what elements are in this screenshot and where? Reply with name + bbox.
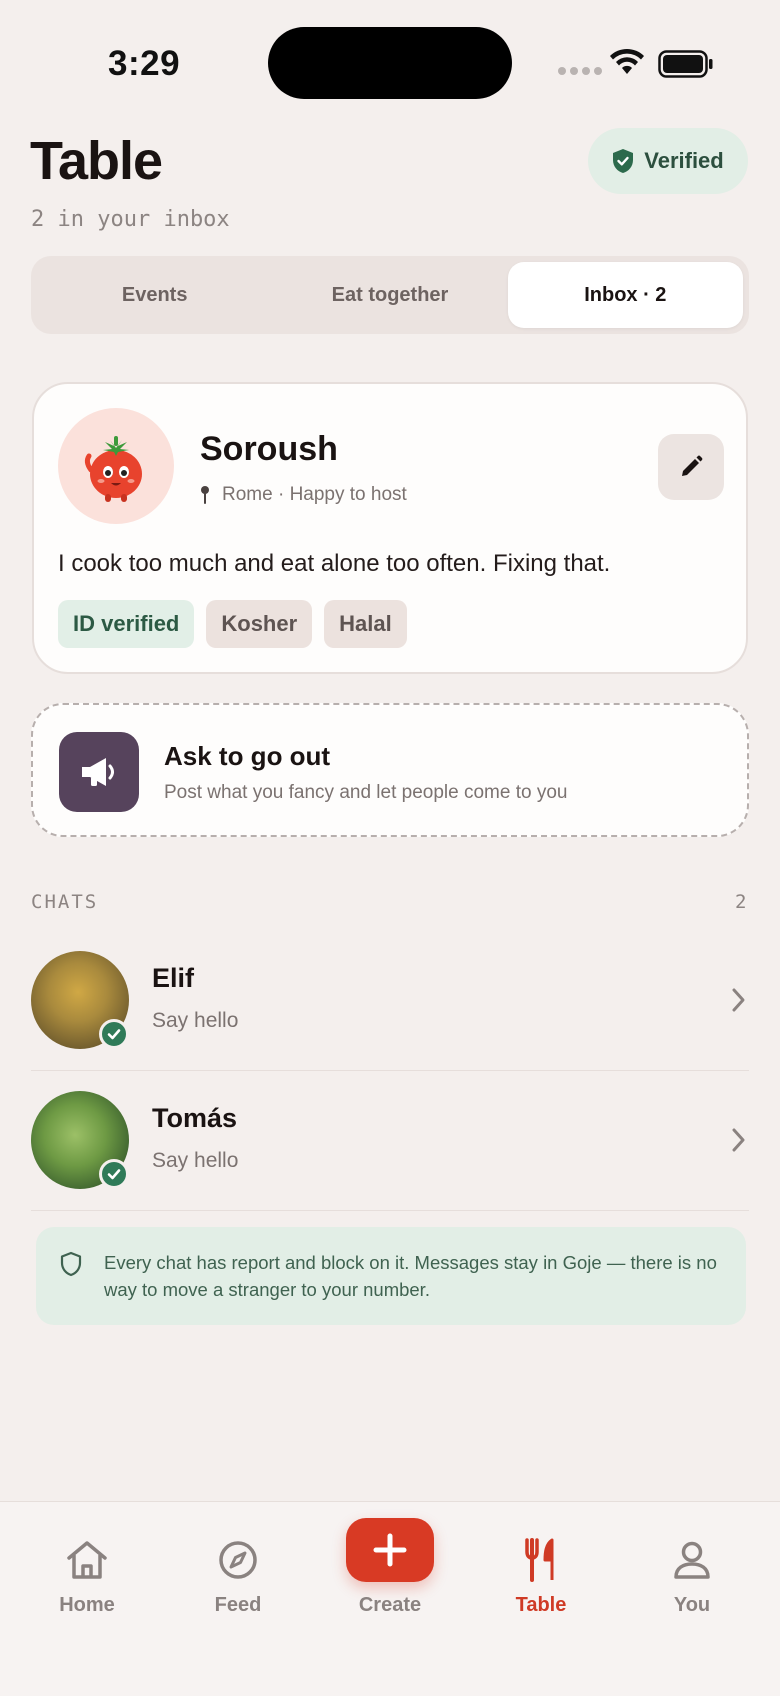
verified-badge[interactable]: Verified [588,128,748,194]
chat-row-elif[interactable]: Elif Say hello [31,931,749,1071]
fork-knife-icon [525,1538,554,1582]
dynamic-island [268,27,512,99]
compass-icon [219,1541,257,1579]
profile-bio: I cook too much and eat alone too often.… [58,550,611,577]
pin-icon [201,486,209,504]
person-icon [674,1541,710,1579]
chat-message: Say hello [152,1149,239,1172]
chats-count: 2 [735,891,747,913]
shield-icon [60,1251,82,1277]
tag-kosher: Kosher [206,600,313,648]
nav-table[interactable]: Table [481,1502,601,1632]
pencil-icon [682,455,703,476]
verified-check-icon [99,1159,129,1189]
profile-card: Soroush Rome · Happy to host I cook too … [32,382,748,674]
chevron-right-icon [732,1128,745,1152]
nav-home[interactable]: Home [27,1502,147,1632]
avatar[interactable] [58,408,174,524]
status-bar: 3:29 [0,0,780,120]
tab-eat-together[interactable]: Eat together [272,262,507,328]
segmented-control: Events Eat together Inbox · 2 [31,256,749,334]
safety-note: Every chat has report and block on it. M… [36,1227,746,1325]
chats-section-label: CHATS [31,891,99,913]
chevron-right-icon [732,988,745,1012]
ask-to-go-out-card[interactable]: Ask to go out Post what you fancy and le… [31,703,749,837]
status-time: 3:29 [108,44,181,83]
tag-halal: Halal [324,600,407,648]
nav-table-label: Table [515,1594,567,1616]
wifi-icon [610,48,644,74]
profile-tags: ID verified Kosher Halal [58,600,407,648]
shield-check-icon [613,149,634,173]
battery-icon [658,50,713,78]
page-subtitle: 2 in your inbox [31,207,230,232]
verified-check-icon [99,1019,129,1049]
profile-location: Rome · Happy to host [200,484,407,506]
nav-you-label: You [673,1594,711,1616]
verified-label: Verified [644,148,724,173]
edit-profile-button[interactable] [658,434,724,500]
create-button[interactable] [346,1518,434,1582]
tab-inbox[interactable]: Inbox · 2 [507,262,743,328]
tomato-mascot-icon [84,436,142,502]
nav-you[interactable]: You [632,1502,752,1632]
tab-events[interactable]: Events [37,262,272,328]
bottom-tab-bar: Home Feed Create Table You [0,1501,780,1696]
profile-name: Soroush [200,430,338,468]
ask-title: Ask to go out [164,741,331,771]
chat-name: Elif [152,963,195,993]
safety-note-text: Every chat has report and block on it. M… [104,1252,717,1300]
home-icon [67,1541,107,1579]
nav-feed[interactable]: Feed [178,1502,298,1632]
nav-create-label: Create [358,1594,422,1616]
chat-message: Say hello [152,1009,239,1032]
chat-row-tomas[interactable]: Tomás Say hello [31,1071,749,1211]
plus-icon [373,1533,407,1567]
cellular-signal-icon [558,67,602,75]
nav-home-label: Home [59,1594,115,1616]
megaphone-icon [59,732,139,812]
chat-name: Tomás [152,1103,238,1133]
nav-feed-label: Feed [214,1594,262,1616]
tag-id-verified: ID verified [58,600,195,648]
page-title: Table [30,131,163,191]
profile-location-text: Rome · Happy to host [222,484,407,505]
ask-subtitle: Post what you fancy and let people come … [164,782,568,803]
